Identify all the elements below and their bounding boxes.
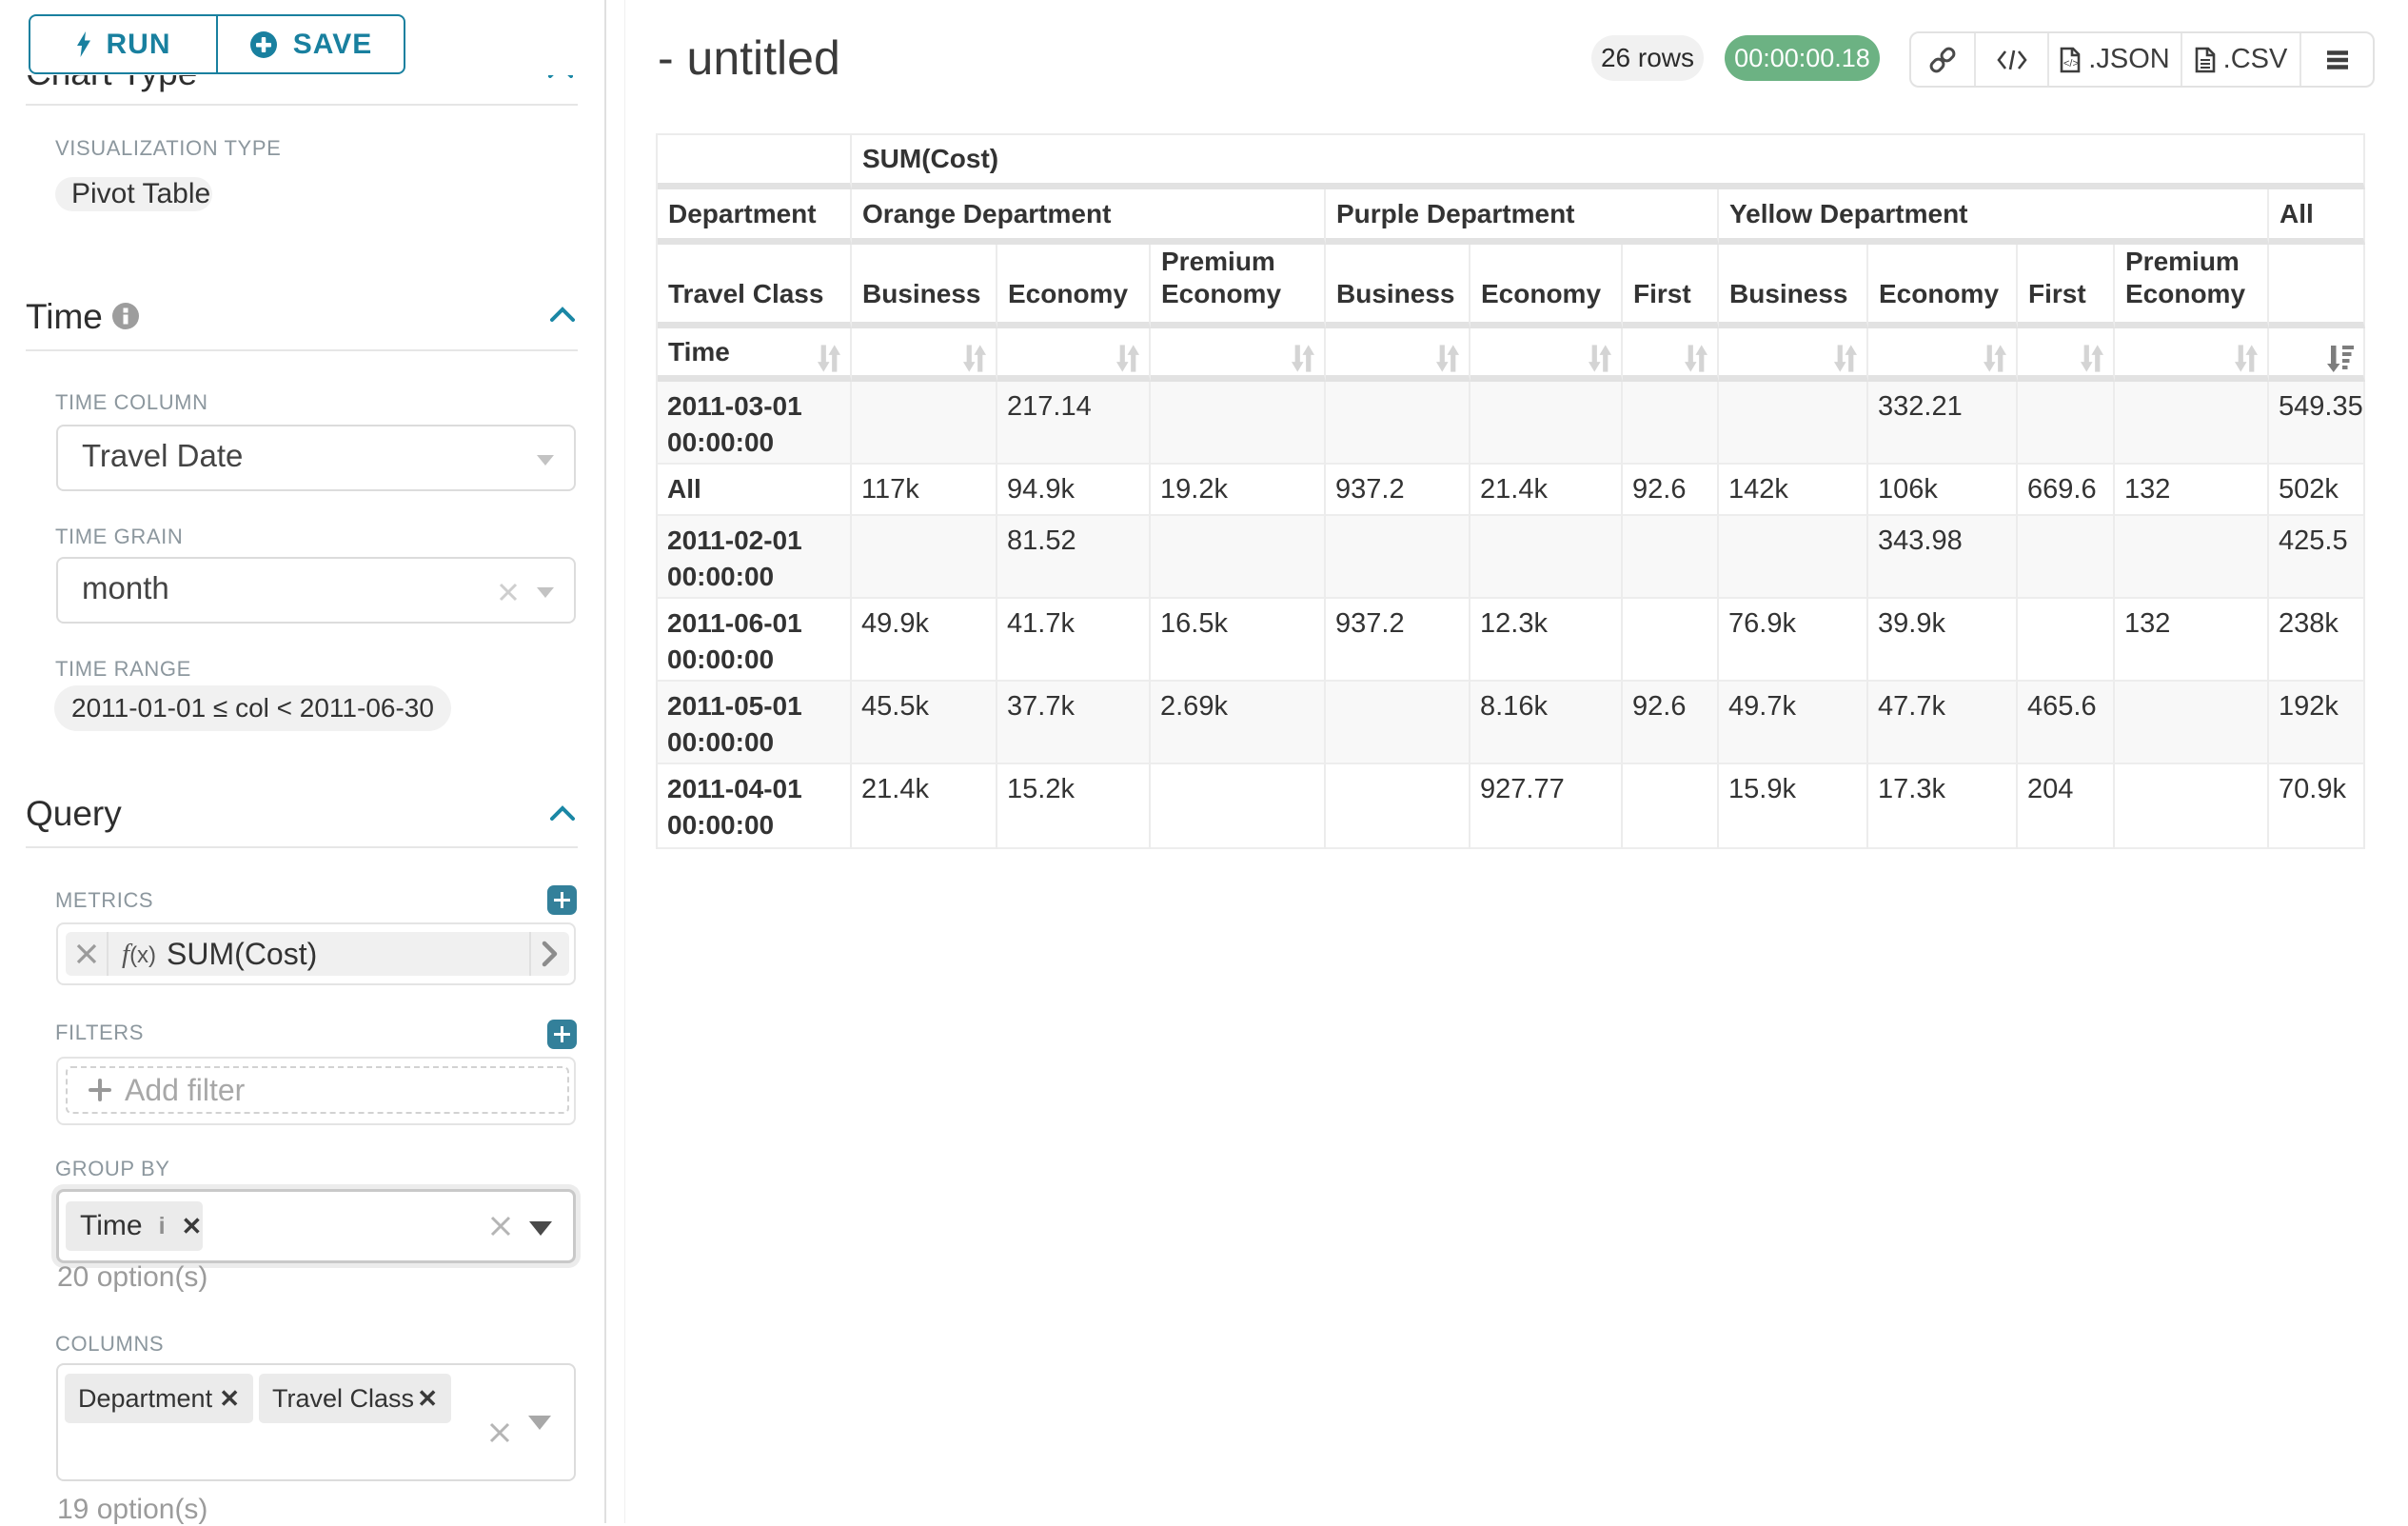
- svg-text:</>: </>: [2063, 58, 2079, 69]
